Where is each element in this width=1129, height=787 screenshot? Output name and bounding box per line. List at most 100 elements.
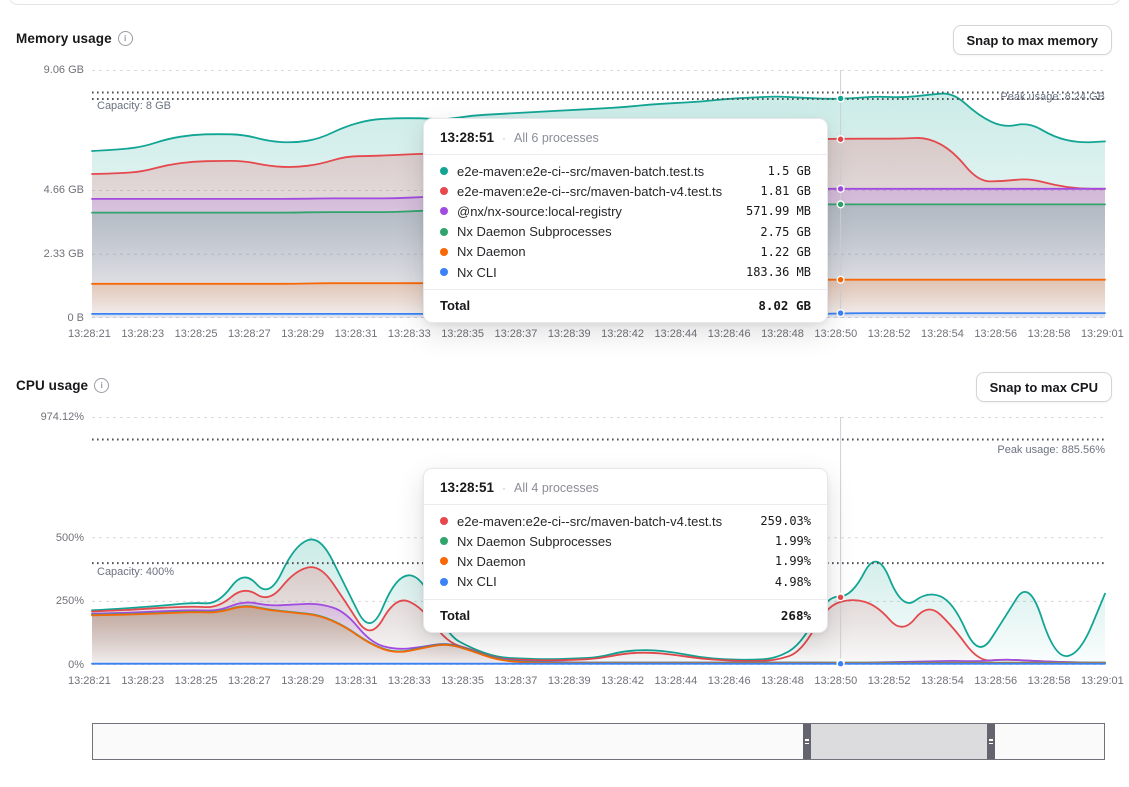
brush-left-handle[interactable]	[803, 724, 811, 759]
process-name: Nx CLI	[457, 265, 737, 280]
x-axis-tick-label: 13:28:25	[175, 328, 218, 340]
memory-capacity-label: Capacity: 8 GB	[97, 100, 171, 112]
top-panel-edge	[8, 0, 1121, 5]
process-name: Nx Daemon Subprocesses	[457, 224, 751, 239]
x-axis-tick-label: 13:28:33	[388, 328, 431, 340]
x-axis-tick-label: 13:28:56	[974, 675, 1017, 687]
tooltip-process-row: e2e-maven:e2e-ci--src/maven-batch-v4.tes…	[424, 181, 827, 201]
process-value: 1.81 GB	[760, 184, 811, 198]
brush-selected-range[interactable]	[803, 724, 996, 759]
process-value: 571.99 MB	[746, 204, 811, 218]
series-color-dot	[440, 517, 448, 525]
x-axis-tick-label: 13:28:39	[548, 328, 591, 340]
tooltip-process-row: e2e-maven:e2e-ci--src/maven-batch-v4.tes…	[424, 511, 827, 531]
x-axis-tick-label: 13:28:29	[281, 328, 324, 340]
tooltip-time: 13:28:51	[440, 130, 494, 145]
y-axis-tick-label: 0%	[68, 659, 84, 671]
cpu-section-header: CPU usage i	[16, 378, 109, 393]
x-axis-tick-label: 13:28:42	[601, 675, 644, 687]
x-axis-tick-label: 13:28:35	[441, 675, 484, 687]
process-value: 183.36 MB	[746, 265, 811, 279]
x-axis-tick-label: 13:28:48	[761, 328, 804, 340]
tooltip-process-count: All 6 processes	[514, 131, 599, 145]
series-color-dot	[440, 268, 448, 276]
x-axis-tick-label: 13:28:39	[548, 675, 591, 687]
y-axis-tick-label: 2.33 GB	[44, 248, 84, 260]
timeline-brush[interactable]	[92, 723, 1105, 760]
x-axis-tick-label: 13:28:52	[868, 675, 911, 687]
x-axis-tick-label: 13:28:37	[495, 328, 538, 340]
memory-hover-tooltip: 13:28:51 · All 6 processes e2e-maven:e2e…	[423, 118, 828, 323]
process-name: @nx/nx-source:local-registry	[457, 204, 737, 219]
cpu-hover-tooltip: 13:28:51 · All 4 processes e2e-maven:e2e…	[423, 468, 828, 633]
x-axis-tick-label: 13:28:31	[335, 675, 378, 687]
x-axis-tick-label: 13:28:58	[1028, 675, 1071, 687]
x-axis-tick-label: 13:29:01	[1081, 675, 1124, 687]
x-axis-tick-label: 13:28:27	[228, 675, 271, 687]
memory-x-axis: 13:28:2113:28:2313:28:2513:28:2713:28:29…	[68, 328, 1124, 340]
series-color-dot	[440, 537, 448, 545]
brush-right-handle[interactable]	[987, 724, 995, 759]
process-name: e2e-maven:e2e-ci--src/maven-batch-v4.tes…	[457, 184, 751, 199]
cpu-section-title: CPU usage	[16, 378, 88, 393]
tooltip-total-row: Total 268%	[424, 599, 827, 632]
tooltip-time: 13:28:51	[440, 480, 494, 495]
process-value: 1.99%	[775, 534, 811, 548]
tooltip-rows: e2e-maven:e2e-ci--src/maven-batch.test.t…	[424, 155, 827, 289]
snap-to-max-memory-button[interactable]: Snap to max memory	[953, 25, 1113, 55]
process-name: e2e-maven:e2e-ci--src/maven-batch-v4.tes…	[457, 514, 751, 529]
cpu-info-icon[interactable]: i	[94, 378, 109, 393]
y-axis-tick-label: 9.06 GB	[44, 64, 84, 76]
hover-dot-local-registry	[837, 185, 844, 192]
handle-grip-line	[989, 743, 993, 745]
x-axis-tick-label: 13:28:44	[654, 675, 697, 687]
x-axis-tick-label: 13:28:33	[388, 675, 431, 687]
x-axis-tick-label: 13:28:25	[175, 675, 218, 687]
x-axis-tick-label: 13:28:46	[708, 675, 751, 687]
memory-peak-label: Peak usage: 8.24 GB	[1000, 91, 1105, 103]
hover-dot-cli	[837, 310, 844, 317]
cpu-y-axis: 974.12%500%250%0%	[0, 417, 84, 665]
x-axis-tick-label: 13:28:54	[921, 675, 964, 687]
tooltip-separator-dot: ·	[502, 481, 506, 495]
series-color-dot	[440, 187, 448, 195]
x-axis-tick-label: 13:28:31	[335, 328, 378, 340]
x-axis-tick-label: 13:28:46	[708, 328, 751, 340]
memory-info-icon[interactable]: i	[118, 31, 133, 46]
tooltip-process-row: Nx Daemon1.99%	[424, 551, 827, 571]
x-axis-tick-label: 13:28:27	[228, 328, 271, 340]
hover-dot-maven-batch-v4-test	[837, 136, 844, 143]
hover-dot-maven-batch-v4-test	[837, 594, 844, 601]
series-color-dot	[440, 578, 448, 586]
series-color-dot	[440, 207, 448, 215]
x-axis-tick-label: 13:28:50	[814, 328, 857, 340]
hover-dot-maven-batch-test	[837, 95, 844, 102]
x-axis-tick-label: 13:28:29	[281, 675, 324, 687]
memory-section-header: Memory usage i	[16, 31, 133, 46]
tooltip-total-label: Total	[440, 298, 470, 313]
handle-grip-line	[805, 739, 809, 741]
process-name: Nx Daemon	[457, 244, 751, 259]
tooltip-header: 13:28:51 · All 4 processes	[424, 469, 827, 504]
tooltip-process-row: Nx CLI 183.36 MB	[424, 262, 827, 282]
cpu-capacity-label: Capacity: 400%	[97, 566, 174, 578]
cpu-x-axis: 13:28:2113:28:2313:28:2513:28:2713:28:29…	[68, 675, 1124, 687]
process-name: e2e-maven:e2e-ci--src/maven-batch.test.t…	[457, 164, 759, 179]
tooltip-total-row: Total 8.02 GB	[424, 289, 827, 322]
tooltip-process-row: Nx Daemon Subprocesses2.75 GB	[424, 222, 827, 242]
tooltip-total-label: Total	[440, 608, 470, 623]
y-axis-tick-label: 0 B	[67, 312, 84, 324]
tooltip-process-count: All 4 processes	[514, 481, 599, 495]
tooltip-total-value: 268%	[781, 608, 811, 623]
series-color-dot	[440, 248, 448, 256]
x-axis-tick-label: 13:28:35	[441, 328, 484, 340]
x-axis-tick-label: 13:28:54	[921, 328, 964, 340]
series-color-dot	[440, 228, 448, 236]
y-axis-tick-label: 974.12%	[41, 411, 84, 423]
tooltip-total-value: 8.02 GB	[758, 298, 811, 313]
x-axis-tick-label: 13:28:21	[68, 675, 111, 687]
memory-section-title: Memory usage	[16, 31, 112, 46]
x-axis-tick-label: 13:28:21	[68, 328, 111, 340]
tooltip-process-row: Nx Daemon1.22 GB	[424, 242, 827, 262]
snap-to-max-cpu-button[interactable]: Snap to max CPU	[976, 372, 1112, 402]
